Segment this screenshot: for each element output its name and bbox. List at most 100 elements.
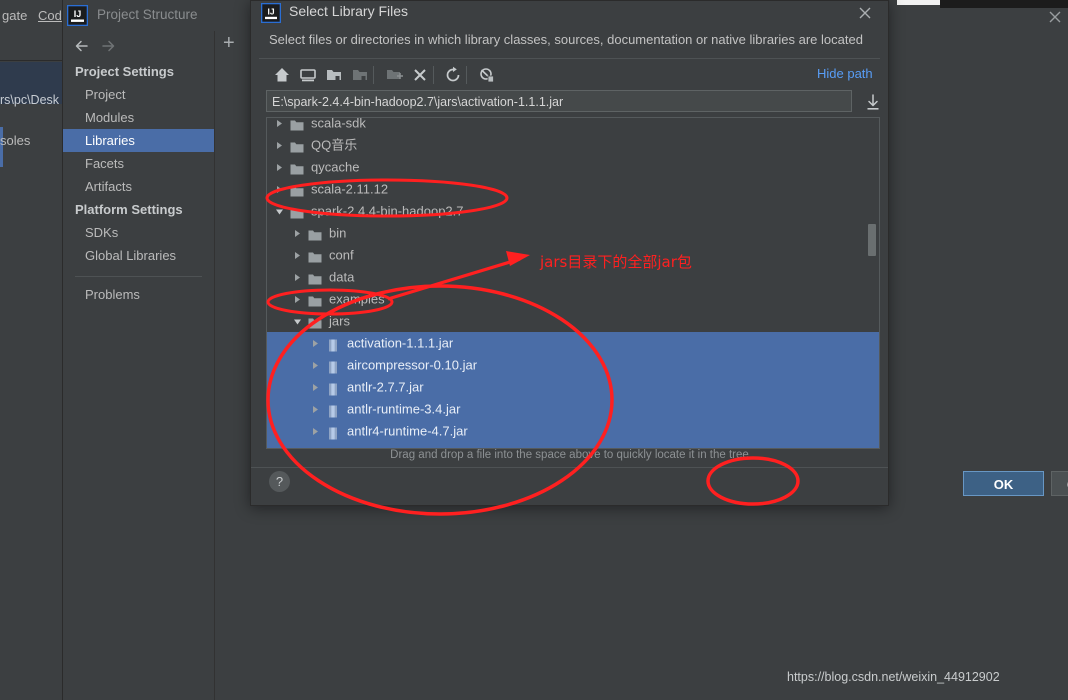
sidebar-item-libraries[interactable]: Libraries [63, 129, 214, 152]
hide-path-link[interactable]: Hide path [817, 66, 873, 81]
sidebar-group-project-settings: Project Settings [75, 64, 174, 79]
jar-file-icon [326, 425, 340, 440]
tree-row[interactable]: scala-2.11.12 [267, 178, 879, 200]
sidebar-item-project[interactable]: Project [63, 83, 214, 106]
show-hidden-files-icon[interactable] [477, 65, 497, 85]
intellij-idea-icon: IJ [66, 4, 89, 27]
sidebar-item-sdks[interactable]: SDKs [63, 221, 214, 244]
new-folder-icon [384, 65, 404, 85]
back-arrow-icon[interactable] [73, 37, 91, 55]
ide-top-white-bar [890, 0, 940, 5]
dialog-separator-bottom [251, 467, 888, 468]
chevron-right-icon[interactable] [293, 295, 302, 304]
dialog-title: Select Library Files [289, 3, 409, 19]
annotation-note-text: jars目录下的全部jar包 [540, 253, 692, 271]
drag-drop-hint: Drag and drop a file into the space abov… [390, 449, 749, 461]
chevron-right-icon[interactable] [275, 119, 284, 128]
tree-scrollbar-thumb[interactable] [868, 224, 876, 256]
home-icon[interactable] [272, 65, 292, 85]
folder-icon [290, 183, 304, 197]
tree-row[interactable]: aircompressor-0.10.jar [267, 354, 879, 376]
sidebar-item-modules[interactable]: Modules [63, 106, 214, 129]
sidebar-item-facets[interactable]: Facets [63, 152, 214, 175]
tree-row[interactable]: jars [267, 310, 879, 332]
tree-row-label: examples [329, 291, 385, 307]
chevron-right-icon[interactable] [275, 163, 284, 172]
chevron-down-icon[interactable] [275, 207, 284, 216]
chevron-right-icon[interactable] [293, 251, 302, 260]
chevron-right-icon[interactable] [293, 229, 302, 238]
tree-row[interactable]: antlr-runtime-3.4.jar [267, 398, 879, 420]
folder-icon [290, 139, 304, 153]
tree-row-label: antlr4-runtime-4.7.jar [347, 423, 468, 439]
sidebar-item-artifacts[interactable]: Artifacts [63, 175, 214, 198]
desktop-icon[interactable] [298, 65, 318, 85]
sidebar-separator [75, 276, 202, 277]
tree-row[interactable]: antlr4-runtime-4.7.jar [267, 420, 879, 442]
chevron-right-icon[interactable] [311, 405, 320, 414]
tree-row-label: spark-2.4.4-bin-hadoop2.7 [311, 203, 464, 219]
folder-icon [308, 293, 322, 307]
file-tree-rows: scala-sdk QQ音乐 qycache scala-2.11.12 spark-2… [267, 117, 879, 448]
tree-row-label: aircompressor-0.10.jar [347, 357, 478, 373]
toolbar-separator [373, 66, 374, 84]
watermark-url: https://blog.csdn.net/weixin_44912902 [787, 670, 1000, 684]
project-structure-sidebar: Project Settings Project Modules Librari… [63, 60, 214, 700]
intellij-idea-icon: IJ [260, 2, 282, 24]
tree-row[interactable]: activation-1.1.1.jar [267, 332, 879, 354]
tree-row[interactable]: examples [267, 288, 879, 310]
chevron-down-icon[interactable] [293, 317, 302, 326]
tree-row[interactable]: spark-2.4.4-bin-hadoop2.7 [267, 200, 879, 222]
dialog-toolbar [251, 61, 888, 89]
chevron-right-icon[interactable] [293, 273, 302, 282]
tree-row-label: scala-2.11.12 [311, 181, 389, 197]
menu-item-code[interactable]: Cod [38, 8, 62, 23]
tree-row[interactable]: QQ音乐 [267, 134, 879, 156]
chevron-right-icon[interactable] [275, 185, 284, 194]
sidebar-item-global-libraries[interactable]: Global Libraries [63, 244, 214, 267]
menu-item-navigate[interactable]: gate [2, 8, 27, 23]
forward-arrow-icon [99, 37, 117, 55]
dialog-subtitle: Select files or directories in which lib… [269, 32, 863, 47]
tree-row-label: qycache [311, 159, 360, 175]
tree-row[interactable]: bin [267, 222, 879, 244]
jar-file-icon [326, 381, 340, 396]
add-library-button[interactable]: + [223, 33, 235, 53]
sidebar-item-problems[interactable]: Problems [63, 283, 214, 306]
delete-icon[interactable] [410, 65, 430, 85]
jar-file-icon [326, 337, 340, 352]
jar-file-icon [326, 403, 340, 418]
tree-row-label: scala-sdk [311, 117, 366, 131]
svg-text:IJ: IJ [74, 9, 82, 19]
download-icon[interactable] [864, 92, 882, 112]
sidebar-group-platform-settings: Platform Settings [75, 202, 183, 217]
chevron-right-icon[interactable] [311, 427, 320, 436]
ide-top-black-bar [940, 0, 1068, 8]
chevron-right-icon[interactable] [311, 361, 320, 370]
ide-right-panel [896, 8, 1068, 700]
chevron-right-icon[interactable] [275, 141, 284, 150]
cancel-button[interactable]: Cancel [1051, 471, 1068, 496]
refresh-icon[interactable] [443, 65, 463, 85]
chevron-right-icon[interactable] [311, 383, 320, 392]
chevron-right-icon[interactable] [311, 339, 320, 348]
tree-scrollbar-track[interactable] [868, 119, 878, 447]
path-input[interactable]: E:\spark-2.4.4-bin-hadoop2.7\jars\activa… [266, 90, 852, 112]
project-folder-icon[interactable] [324, 65, 344, 85]
close-icon[interactable] [855, 3, 875, 23]
file-tree-panel[interactable]: scala-sdk QQ音乐 qycache scala-2.11.12 spark-2… [266, 117, 880, 449]
folder-icon [290, 205, 304, 219]
tree-row-label: conf [329, 247, 354, 263]
help-button[interactable]: ? [269, 471, 290, 492]
toolbar-separator [466, 66, 467, 84]
close-icon[interactable] [1046, 8, 1064, 26]
tree-row[interactable]: scala-sdk [267, 117, 879, 134]
tree-row[interactable]: qycache [267, 156, 879, 178]
ide-console-label: soles [0, 133, 31, 148]
hidden-folder-icon [350, 65, 370, 85]
tree-row[interactable]: antlr-2.7.7.jar [267, 376, 879, 398]
jar-file-icon [326, 359, 340, 374]
tree-row-label: jars [329, 313, 350, 329]
ok-button[interactable]: OK [963, 471, 1044, 496]
tree-row[interactable]: aopalliance-1.0.jar [267, 442, 879, 448]
